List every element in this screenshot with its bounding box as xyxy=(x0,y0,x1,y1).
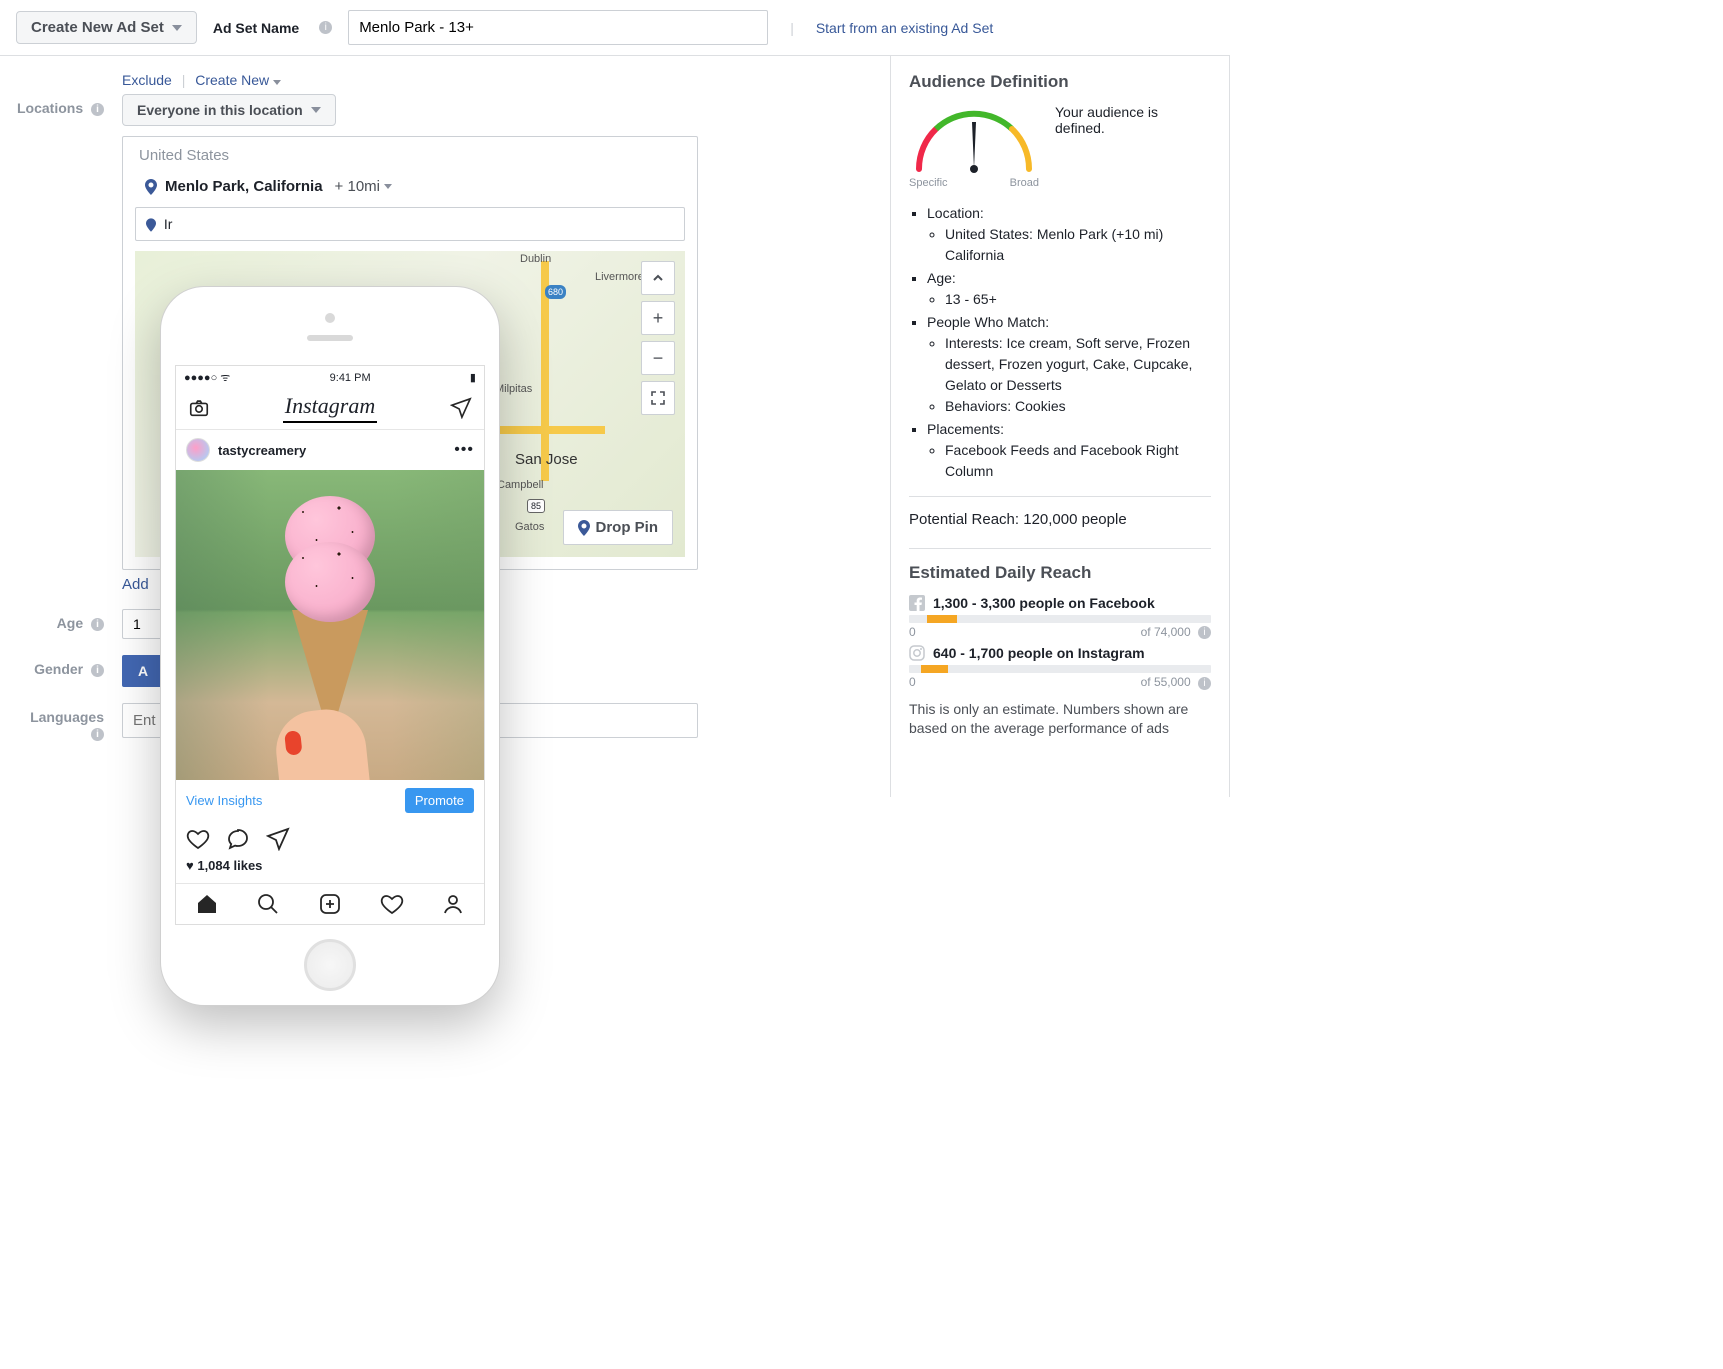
facebook-icon xyxy=(909,595,925,611)
comment-icon[interactable] xyxy=(226,827,250,851)
activity-icon[interactable] xyxy=(380,892,404,916)
map-fullscreen-button[interactable] xyxy=(641,381,675,415)
locations-label: Locations xyxy=(17,100,83,116)
view-insights-link[interactable]: View Insights xyxy=(186,793,262,808)
gauge-broad-label: Broad xyxy=(1010,177,1039,189)
create-ad-set-label: Create New Ad Set xyxy=(31,19,164,36)
create-new-link[interactable]: Create New xyxy=(195,72,281,88)
map-pin-icon xyxy=(146,218,156,232)
search-icon[interactable] xyxy=(256,892,280,916)
location-radius-dropdown[interactable]: + 10mi xyxy=(335,178,392,195)
map-pin-icon xyxy=(145,179,157,195)
audience-status: Your audience is defined. xyxy=(1055,104,1211,136)
ad-set-name-input[interactable] xyxy=(348,10,768,45)
audience-definition-title: Audience Definition xyxy=(909,72,1211,92)
info-icon[interactable]: i xyxy=(319,21,332,34)
send-icon[interactable] xyxy=(450,397,472,419)
instagram-phone-mockup: ●●●●○ ᯤ 9:41 PM ▮ Instagram tastycreamer… xyxy=(160,286,500,1006)
audience-gauge xyxy=(909,104,1039,176)
create-ad-set-dropdown[interactable]: Create New Ad Set xyxy=(16,11,197,44)
audience-details: Location: United States: Menlo Park (+10… xyxy=(909,203,1211,482)
location-place-row[interactable]: Menlo Park, California + 10mi xyxy=(123,174,697,207)
chevron-down-icon xyxy=(384,184,392,189)
age-label: Age xyxy=(57,615,83,631)
map-pin-icon xyxy=(578,520,590,536)
profile-icon[interactable] xyxy=(441,892,465,916)
location-scope-dropdown[interactable]: Everyone in this location xyxy=(122,94,336,126)
like-icon[interactable] xyxy=(186,827,210,851)
info-icon[interactable]: i xyxy=(91,103,104,116)
chevron-down-icon xyxy=(273,80,281,85)
gender-label: Gender xyxy=(34,661,83,677)
instagram-logo: Instagram xyxy=(283,393,377,423)
drop-pin-button[interactable]: Drop Pin xyxy=(563,510,674,545)
post-username[interactable]: tastycreamery xyxy=(218,443,306,458)
promote-button[interactable]: Promote xyxy=(405,788,474,813)
share-icon[interactable] xyxy=(266,827,290,851)
more-options-icon[interactable]: ••• xyxy=(454,441,474,459)
add-locations-link[interactable]: Add xyxy=(122,576,149,593)
location-search-input[interactable]: Ir xyxy=(135,207,685,241)
instagram-icon xyxy=(909,645,925,661)
location-country: United States xyxy=(123,137,697,174)
facebook-reach: 1,300 - 3,300 people on Facebook 0of 74,… xyxy=(909,595,1211,639)
likes-count[interactable]: ♥ 1,084 likes xyxy=(176,854,484,881)
post-image[interactable] xyxy=(176,470,484,780)
instagram-reach: 640 - 1,700 people on Instagram 0of 55,0… xyxy=(909,645,1211,689)
potential-reach: Potential Reach: 120,000 people xyxy=(909,511,1211,528)
info-icon[interactable]: i xyxy=(91,728,104,741)
chevron-down-icon xyxy=(311,107,321,113)
avatar[interactable] xyxy=(186,438,210,462)
phone-home-button xyxy=(304,939,356,991)
gauge-specific-label: Specific xyxy=(909,177,948,189)
gender-all-button[interactable]: A xyxy=(122,655,164,687)
info-icon[interactable]: i xyxy=(1198,677,1211,690)
exclude-link[interactable]: Exclude xyxy=(122,72,172,88)
map-pan-up-button[interactable] xyxy=(641,261,675,295)
daily-reach-title: Estimated Daily Reach xyxy=(909,563,1211,583)
reach-disclaimer: This is only an estimate. Numbers shown … xyxy=(909,700,1211,739)
phone-status-bar: ●●●●○ ᯤ 9:41 PM ▮ xyxy=(176,366,484,389)
info-icon[interactable]: i xyxy=(91,618,104,631)
languages-label: Languages xyxy=(30,709,104,725)
start-from-existing-link[interactable]: Start from an existing Ad Set xyxy=(816,20,993,36)
add-post-icon[interactable] xyxy=(318,892,342,916)
map-zoom-out-button[interactable]: − xyxy=(641,341,675,375)
info-icon[interactable]: i xyxy=(1198,626,1211,639)
camera-icon[interactable] xyxy=(188,397,210,419)
ad-set-name-label: Ad Set Name xyxy=(213,20,299,36)
home-icon[interactable] xyxy=(195,892,219,916)
chevron-down-icon xyxy=(172,25,182,31)
info-icon[interactable]: i xyxy=(91,664,104,677)
map-zoom-in-button[interactable]: + xyxy=(641,301,675,335)
